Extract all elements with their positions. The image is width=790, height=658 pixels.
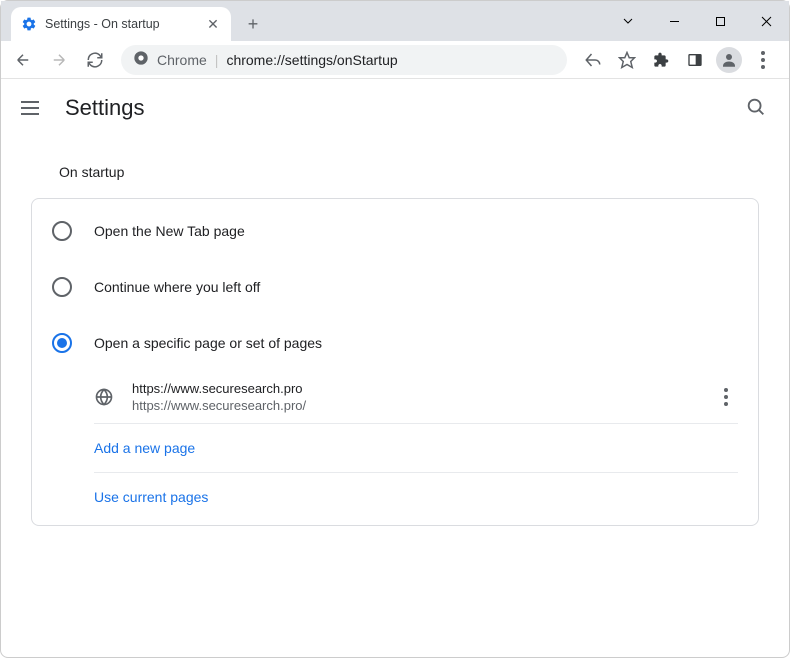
startup-page-item: https://www.securesearch.pro https://www… bbox=[94, 371, 738, 424]
reload-button[interactable] bbox=[79, 44, 111, 76]
side-panel-button[interactable] bbox=[679, 44, 711, 76]
maximize-button[interactable] bbox=[697, 1, 743, 41]
startup-pages-list: https://www.securesearch.pro https://www… bbox=[94, 371, 738, 521]
gear-icon bbox=[21, 16, 37, 32]
radio-icon bbox=[52, 333, 72, 353]
omnibox-url: chrome://settings/onStartup bbox=[226, 52, 397, 68]
bookmark-button[interactable] bbox=[611, 44, 643, 76]
window-titlebar: Settings - On startup ✕ + bbox=[1, 1, 789, 41]
settings-header: Settings bbox=[1, 79, 789, 136]
close-tab-icon[interactable]: ✕ bbox=[205, 16, 221, 32]
close-window-button[interactable] bbox=[743, 1, 789, 41]
radio-icon bbox=[52, 221, 72, 241]
page-url: https://www.securesearch.pro/ bbox=[132, 398, 696, 413]
startup-card: Open the New Tab page Continue where you… bbox=[31, 198, 759, 526]
chrome-icon bbox=[133, 50, 149, 69]
minimize-button[interactable] bbox=[651, 1, 697, 41]
address-bar[interactable]: Chrome | chrome://settings/onStartup bbox=[121, 45, 567, 75]
back-button[interactable] bbox=[7, 44, 39, 76]
section-title: On startup bbox=[59, 164, 765, 180]
omnibox-prefix: Chrome bbox=[157, 52, 207, 68]
page-info: https://www.securesearch.pro https://www… bbox=[132, 381, 696, 413]
radio-icon bbox=[52, 277, 72, 297]
forward-button[interactable] bbox=[43, 44, 75, 76]
new-tab-button[interactable]: + bbox=[239, 10, 267, 38]
radio-new-tab[interactable]: Open the New Tab page bbox=[32, 203, 758, 259]
extensions-button[interactable] bbox=[645, 44, 677, 76]
more-options-icon[interactable] bbox=[714, 385, 738, 409]
browser-tab[interactable]: Settings - On startup ✕ bbox=[11, 7, 231, 41]
radio-label: Continue where you left off bbox=[94, 279, 260, 295]
window-controls bbox=[605, 1, 789, 41]
settings-content: On startup Open the New Tab page Continu… bbox=[1, 136, 789, 544]
radio-label: Open the New Tab page bbox=[94, 223, 245, 239]
radio-label: Open a specific page or set of pages bbox=[94, 335, 322, 351]
page-title: Settings bbox=[65, 95, 145, 121]
hamburger-menu-icon[interactable] bbox=[21, 96, 45, 120]
browser-toolbar: Chrome | chrome://settings/onStartup bbox=[1, 41, 789, 79]
use-current-pages-link[interactable]: Use current pages bbox=[94, 473, 738, 521]
profile-button[interactable] bbox=[713, 44, 745, 76]
globe-icon bbox=[94, 387, 114, 407]
tab-title: Settings - On startup bbox=[45, 17, 160, 31]
radio-continue[interactable]: Continue where you left off bbox=[32, 259, 758, 315]
search-icon[interactable] bbox=[745, 96, 769, 120]
down-chevron-button[interactable] bbox=[605, 1, 651, 41]
radio-specific-page[interactable]: Open a specific page or set of pages bbox=[32, 315, 758, 371]
avatar-icon bbox=[716, 47, 742, 73]
share-button[interactable] bbox=[577, 44, 609, 76]
omnibox-separator: | bbox=[215, 52, 219, 68]
add-page-link[interactable]: Add a new page bbox=[94, 424, 738, 473]
menu-button[interactable] bbox=[747, 44, 779, 76]
page-name: https://www.securesearch.pro bbox=[132, 381, 696, 396]
